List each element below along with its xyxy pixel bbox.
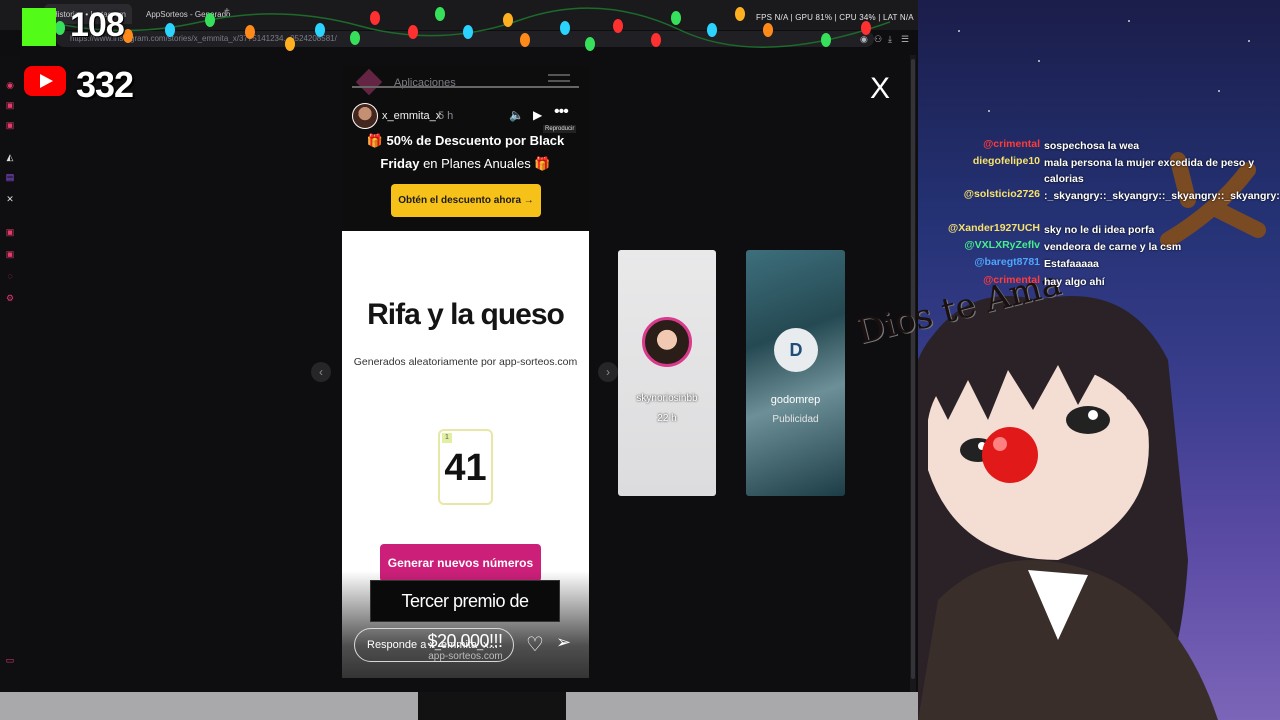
sidebar-icon-7[interactable]: ◌	[5, 271, 15, 281]
x-icon[interactable]: ✕	[5, 194, 15, 204]
promo-bold: Friday	[380, 156, 420, 171]
story-username[interactable]: x_emmita_x	[382, 110, 441, 122]
story-card-avatar: D	[774, 328, 818, 372]
chat-text: sospechosa la wea	[1044, 140, 1140, 152]
chat-username[interactable]: @baregt8781	[930, 256, 1040, 268]
chat-username[interactable]: @VXLXRyZeflv	[930, 239, 1040, 251]
stream-overlay-panel	[918, 0, 1280, 720]
story-card-time: 22 h	[657, 413, 677, 424]
prize-banner: Tercer premio de $20.000!!!	[370, 580, 560, 651]
gift-icon: 🎁	[366, 133, 387, 148]
sidebar-icon-4[interactable]: ◭	[5, 152, 15, 162]
send-icon[interactable]: ➢	[556, 632, 571, 653]
chat-text: Estafaaaaa	[1044, 258, 1099, 270]
number-value: 41	[444, 447, 487, 489]
tab-appsorteos[interactable]: AppSorteos - Generado	[138, 4, 231, 24]
sidebar-icon-8[interactable]: ▭	[5, 655, 15, 665]
user-avatar[interactable]	[352, 103, 378, 129]
sidebar-icon-5[interactable]: ▣	[5, 227, 15, 237]
drawn-number-card: 1 41	[438, 429, 493, 505]
gift-icon-2: 🎁	[530, 156, 551, 171]
chat-username[interactable]: @crimental	[930, 138, 1040, 150]
speaker-icon[interactable]: 🔈	[509, 108, 524, 122]
youtube-logo	[24, 66, 66, 96]
promo-line-2: Friday en Planes Anuales 🎁	[342, 156, 589, 172]
chat-text: mala persona la mujer excedida de peso y…	[1044, 157, 1255, 185]
heart-icon[interactable]: ♡	[526, 632, 544, 657]
address-bar[interactable]: https://www.instagram.com/stories/x_emmi…	[56, 31, 874, 47]
sidebar-icon-6[interactable]: ▣	[5, 249, 15, 259]
page-scrollbar[interactable]	[910, 55, 916, 692]
scroll-thumb[interactable]	[911, 59, 915, 679]
promo-discount-button[interactable]: Obtén el descuento ahora →	[391, 184, 541, 217]
hamburger-icon	[548, 74, 570, 76]
number-index: 1	[442, 433, 452, 443]
story-card-sponsored: Publicidad	[772, 414, 819, 425]
next-story-arrow[interactable]: ›	[598, 362, 618, 382]
raffle-title: Rifa y la queso	[367, 298, 565, 331]
story-card-skynoriosinbb[interactable]: skynoriosinbb 22 h	[618, 250, 716, 496]
twitch-icon[interactable]: ▤	[5, 172, 15, 182]
extension-icon[interactable]: ◉	[860, 34, 868, 45]
new-tab-button[interactable]: +	[224, 6, 230, 17]
chat-username[interactable]: @crimental	[930, 274, 1040, 286]
promo-text-1: 50% de Descuento por Black	[386, 133, 565, 148]
performance-stats: FPS N/A | GPU 81% | CPU 34% | LAT N/A	[756, 13, 914, 22]
play-icon[interactable]: ▶	[533, 108, 542, 122]
tab-bar: Historias • Instagram AppSorteos - Gener…	[0, 0, 918, 30]
vtuber-avatar	[918, 152, 1266, 720]
promo-line-1: 🎁 50% de Descuento por Black	[342, 133, 589, 149]
settings-icon[interactable]: ⚙	[5, 293, 15, 303]
app-logo-icon	[355, 68, 383, 96]
story-progress-bar	[352, 86, 579, 88]
kick-viewer-count: 108	[70, 6, 125, 44]
story-card-name: godomrep	[770, 394, 821, 406]
kick-logo	[22, 8, 56, 46]
story-card-avatar	[642, 317, 692, 367]
story-time: 5 h	[438, 110, 454, 122]
chat-username[interactable]: diegofelipe10	[930, 155, 1040, 167]
more-options-icon[interactable]: •••	[554, 103, 569, 121]
sidebar-icon-2[interactable]: ▣	[5, 100, 15, 110]
menu-icon[interactable]: ☰	[901, 34, 909, 45]
play-tooltip: Reproducir	[543, 125, 577, 133]
story-card-name: skynoriosinbb	[636, 393, 698, 404]
chat-text: vendeora de carne y la csm	[1044, 241, 1182, 253]
sidebar-icon-3[interactable]: ▣	[5, 120, 15, 130]
bottom-strip-dark	[418, 692, 566, 720]
story-header-area: Aplicaciones x_emmita_x 5 h 🔈 ▶ ••• Repr…	[342, 66, 589, 231]
story-card-godomrep[interactable]: D godomrep Publicidad	[746, 250, 845, 496]
youtube-viewer-count: 332	[76, 64, 134, 105]
chat-text: sky no le di idea porfa	[1044, 224, 1155, 236]
previous-story-arrow[interactable]: ‹	[311, 362, 331, 382]
chat-text: :_skyangry::_skyangry::_skyangry::_skyan…	[1044, 190, 1280, 202]
profile-icon[interactable]: ⚇	[874, 34, 882, 45]
chat-username[interactable]: @Xander1927UCH	[930, 222, 1040, 234]
raffle-subtitle: Generados aleatoriamente por app-sorteos…	[353, 356, 578, 368]
browser-sidebar: ◉ ▣ ▣ ◭ ▤ ✕ ▣ ▣ ◌ ⚙ ▭	[0, 55, 20, 692]
chat-text: hay algo ahí	[1044, 276, 1105, 288]
download-icon[interactable]: ⤓	[888, 34, 892, 45]
promo-text-2: en Planes Anuales	[423, 156, 531, 171]
chat-username[interactable]: @solsticio2726	[930, 188, 1040, 200]
sidebar-icon-1[interactable]: ◉	[5, 80, 15, 90]
close-story-button[interactable]: X	[870, 72, 890, 106]
